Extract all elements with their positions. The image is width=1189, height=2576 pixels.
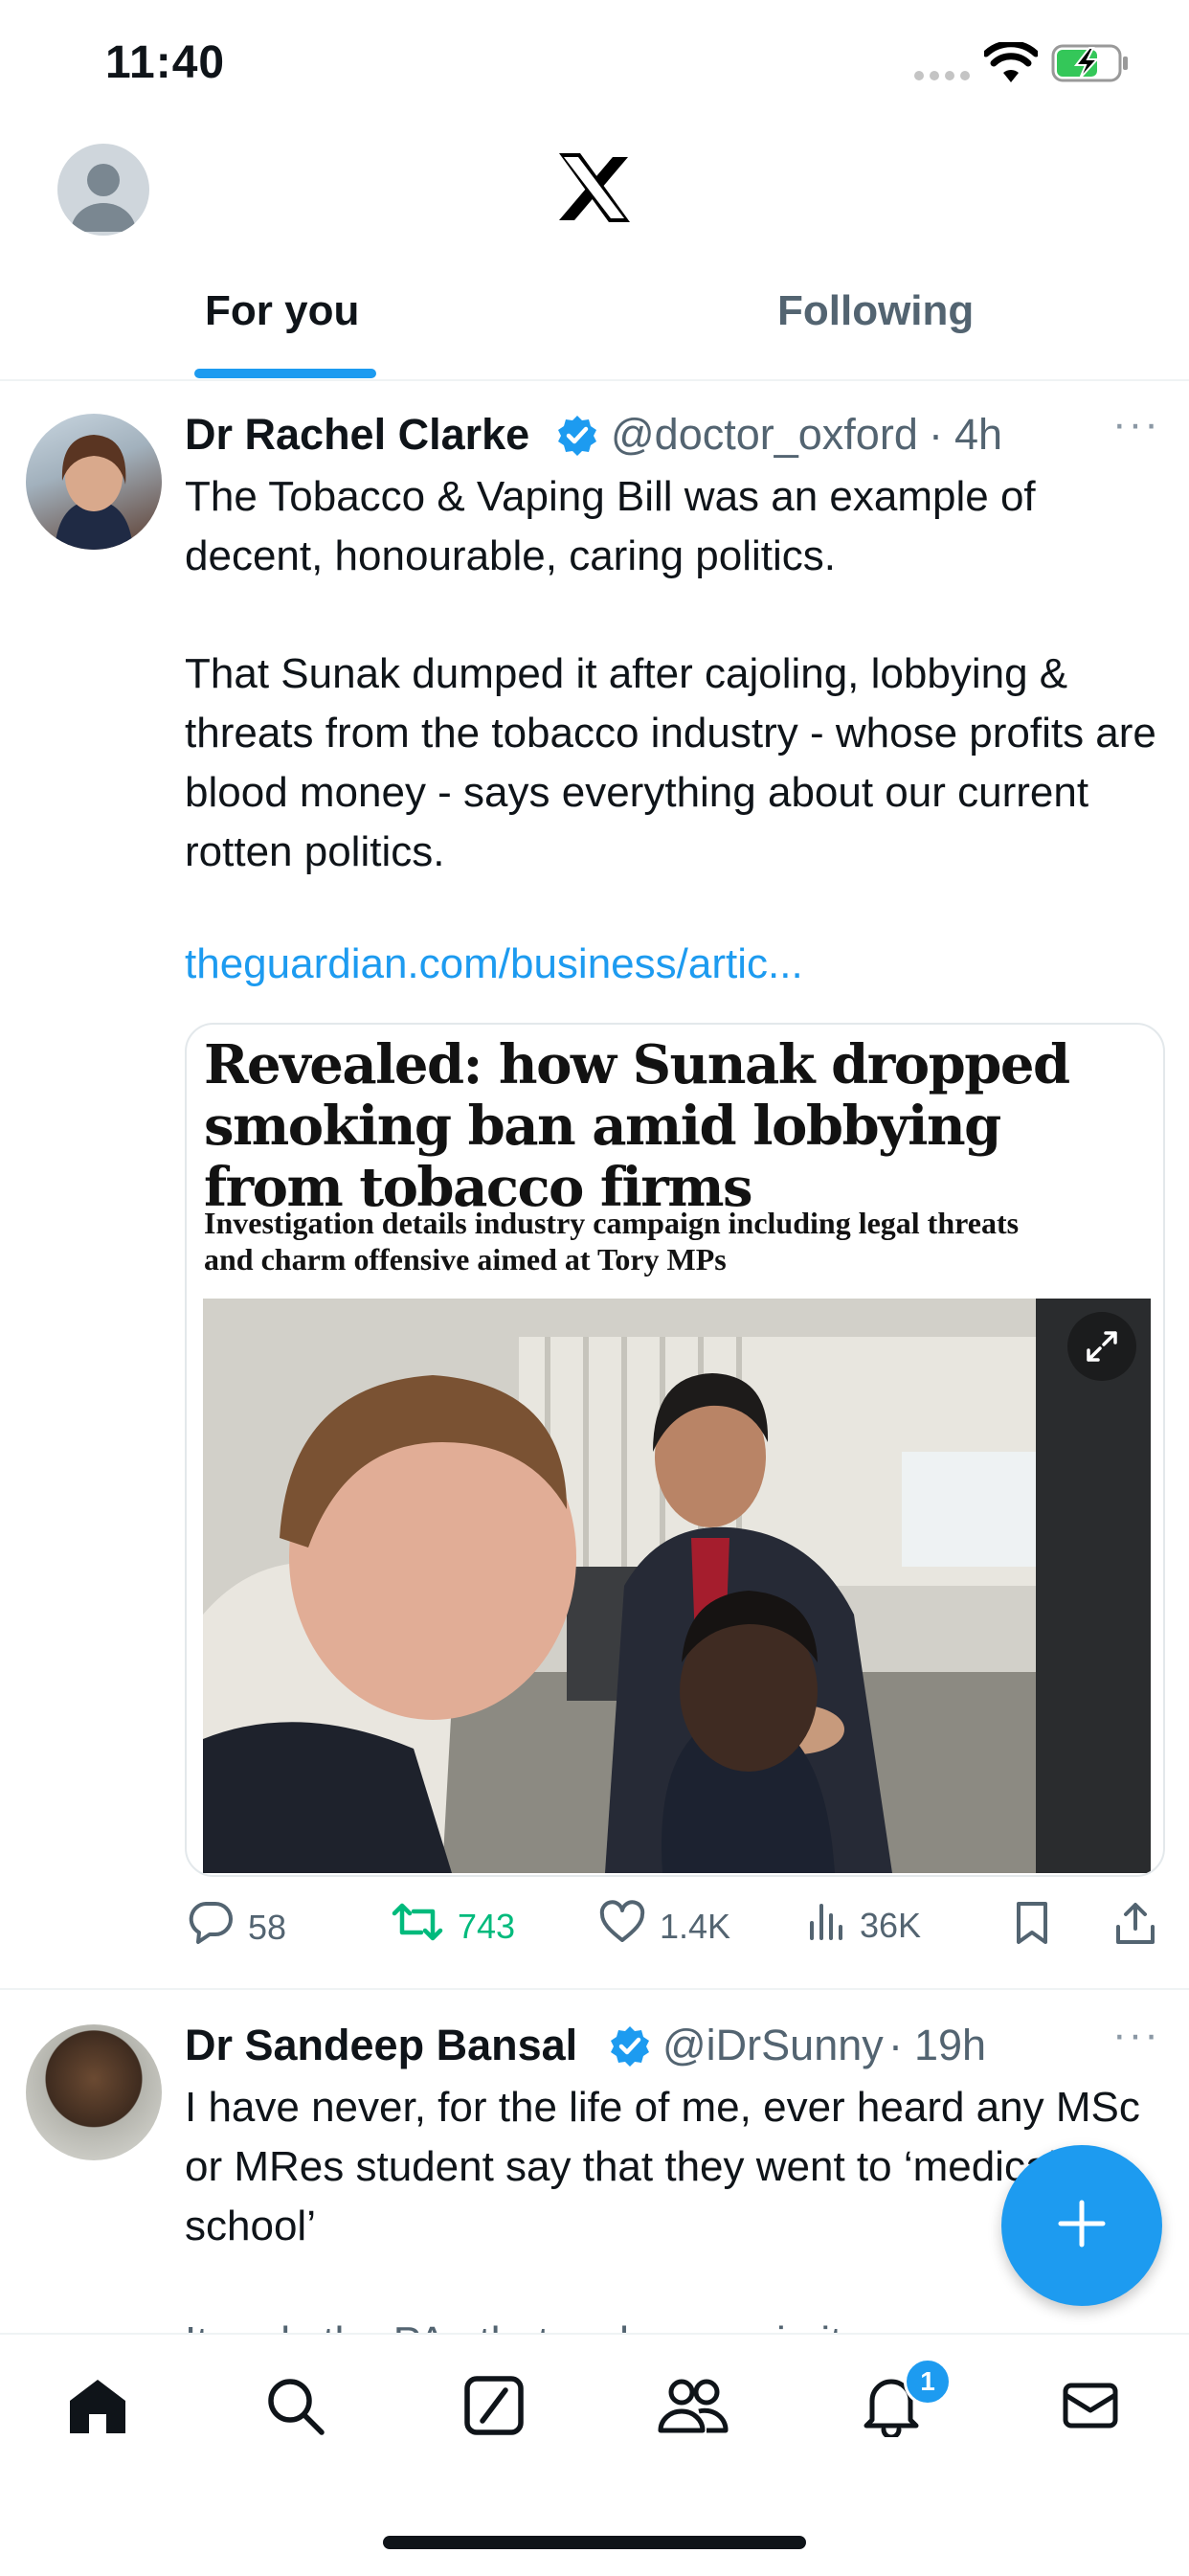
post-text: That Sunak dumped it after cajoling, lob… [185,650,1156,875]
post-link[interactable]: theguardian.com/business/artic... [185,940,803,988]
heart-icon [598,1900,646,1953]
wifi-icon [982,40,1040,89]
reply-icon [187,1900,235,1955]
share-icon [1113,1900,1157,1955]
x-logo-icon[interactable] [555,151,634,229]
home-icon [66,2374,129,2442]
reply-button[interactable]: 58 [187,1900,286,1955]
card-headline: Revealed: how Sunak dropped smoking ban … [204,1033,1070,1219]
author-handle[interactable]: @iDrSunny [662,2021,884,2070]
compose-post-button[interactable] [1001,2145,1162,2306]
card-standfirst: Investigation details industry campaign … [204,1206,1020,1277]
home-indicator [383,2536,806,2549]
nav-search-button[interactable] [257,2369,333,2446]
author-avatar[interactable] [26,2024,162,2160]
views-button[interactable]: 36K [806,1900,921,1951]
author-handle[interactable]: @doctor_oxford [611,410,918,460]
card-image[interactable] [203,1299,1151,1873]
like-button[interactable]: 1.4K [598,1900,730,1953]
nav-home-button[interactable] [59,2369,136,2446]
active-tab-indicator [194,369,376,378]
author-name[interactable]: Dr Sandeep Bansal [185,2021,577,2070]
more-options-button[interactable]: ··· [1112,2011,1160,2059]
nav-grok-button[interactable] [456,2369,532,2446]
repost-button[interactable]: 743 [391,1900,515,1953]
communities-icon [657,2375,729,2441]
post-text: The Tobacco & Vaping Bill was an example… [185,473,1036,579]
author-name[interactable]: Dr Rachel Clarke [185,410,529,460]
separator: · [929,410,943,459]
repost-count: 743 [458,1906,516,1946]
separator: · [888,2021,903,2069]
repost-icon [391,1900,444,1953]
bookmark-button[interactable] [1013,1900,1051,1955]
notification-badge: 1 [904,2358,952,2406]
divider [0,379,1189,381]
post-time[interactable]: 19h [914,2021,986,2070]
reply-count: 58 [248,1907,287,1947]
share-button[interactable] [1113,1900,1157,1955]
views-icon [806,1900,846,1951]
tab-following[interactable]: Following [777,287,974,335]
bookmark-icon [1013,1900,1051,1955]
expand-image-button[interactable] [1067,1312,1136,1381]
search-icon [264,2375,325,2441]
cellular-signal-icon [914,71,970,80]
divider [0,1988,1189,1990]
more-options-button[interactable]: ··· [1112,400,1160,448]
views-count: 36K [860,1905,922,1945]
tab-for-you[interactable]: For you [205,287,359,335]
post-time[interactable]: 4h [954,410,1002,460]
status-time: 11:40 [105,37,226,88]
link-preview-card[interactable]: Revealed: how Sunak dropped smoking ban … [185,1023,1165,1877]
battery-charging-icon [1051,44,1130,87]
verified-badge-icon [555,414,599,463]
nav-messages-button[interactable] [1052,2369,1129,2446]
author-avatar[interactable] [26,414,162,550]
grok-icon [463,2375,525,2441]
verified-badge-icon [608,2024,652,2073]
nav-communities-button[interactable] [655,2369,731,2446]
like-count: 1.4K [660,1906,731,1946]
envelope-icon [1062,2382,1119,2434]
plus-icon [1053,2195,1110,2257]
profile-avatar[interactable] [57,144,149,236]
